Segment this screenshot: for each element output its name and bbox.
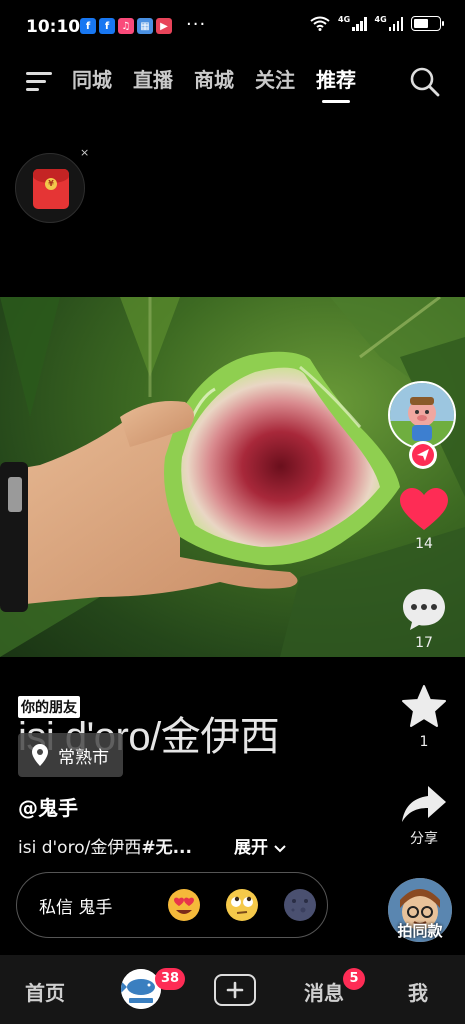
red-packet-close-button[interactable]: × (80, 146, 89, 159)
same-style-label: 拍同款 (397, 922, 443, 940)
heart-eyes-emoji-icon[interactable] (167, 888, 201, 922)
friend-tag: 你的朋友 (18, 696, 80, 718)
facebook-icon: f (99, 18, 115, 34)
author-name[interactable]: @鬼手 (18, 792, 78, 821)
plus-icon (226, 981, 244, 999)
avatar-image (390, 383, 454, 447)
top-nav: 同城 直播 商城 关注 推荐 (0, 60, 465, 104)
chevron-down-icon (274, 845, 286, 853)
comment-icon (403, 589, 445, 630)
music-icon: ♫ (118, 18, 134, 34)
network-label: 4G (374, 14, 387, 24)
share-button[interactable]: 分享 (385, 784, 463, 848)
comment-button[interactable]: 17 (385, 587, 463, 651)
tab-recommended[interactable]: 推荐 (316, 66, 356, 103)
author-avatar[interactable] (388, 381, 456, 449)
network-label: 4G (338, 14, 351, 24)
direct-message-bar[interactable]: 私信 鬼手 (16, 872, 328, 938)
heart-icon (400, 488, 448, 530)
nav-messages[interactable]: 消息 (304, 977, 344, 1006)
red-packet-icon: ¥ (33, 169, 69, 209)
status-bar: 10:10 f f ♫ ▦ ▶ ··· 4G 4G (0, 0, 465, 56)
nav-home[interactable]: 首页 (25, 977, 65, 1006)
bottom-nav: 首页 38 消息 5 我 (0, 955, 465, 1024)
share-label: 分享 (410, 831, 438, 847)
wifi-icon (310, 16, 330, 31)
caption: isi d'oro/金伊西#无... (18, 833, 192, 858)
caption-hashtag[interactable]: #无... (141, 838, 192, 858)
messages-badge: 5 (343, 968, 365, 990)
coin-icon: ¥ (45, 178, 57, 190)
tab-local[interactable]: 同城 (66, 66, 112, 94)
tab-live[interactable]: 直播 (133, 66, 173, 94)
send-icon (417, 449, 429, 461)
search-icon[interactable] (409, 66, 441, 98)
friends-badge: 38 (155, 968, 186, 990)
nav-me[interactable]: 我 (408, 977, 428, 1006)
like-count: 14 (415, 536, 433, 552)
like-button[interactable]: 14 (385, 488, 463, 552)
create-button[interactable] (214, 974, 256, 1006)
location-text: 常熟市 (58, 747, 109, 768)
menu-icon[interactable] (26, 69, 54, 93)
notification-icons: f f ♫ ▦ ▶ (80, 18, 172, 34)
battery-icon (411, 16, 444, 31)
favorite-count: 1 (419, 734, 429, 750)
share-icon (402, 786, 446, 822)
signal-icon: 4G (338, 14, 367, 31)
star-icon (402, 685, 446, 727)
follow-button[interactable] (409, 441, 437, 469)
status-time: 10:10 (26, 17, 81, 37)
favorite-button[interactable]: 1 (385, 684, 463, 750)
direct-message-label: 私信 鬼手 (39, 897, 113, 918)
more-notifications: ··· (186, 14, 207, 35)
calendar-icon: ▦ (137, 18, 153, 34)
nav-tabs: 同城 直播 商城 关注 推荐 (66, 66, 356, 103)
moon-emoji-icon[interactable] (283, 888, 317, 922)
expand-label: 展开 (234, 838, 268, 858)
expand-button[interactable]: 展开 (234, 833, 286, 858)
tab-following[interactable]: 关注 (255, 66, 295, 94)
tab-mall[interactable]: 商城 (194, 66, 234, 94)
red-packet-button[interactable]: ¥ (15, 153, 85, 223)
system-icons: 4G 4G (310, 14, 444, 31)
video-icon: ▶ (156, 18, 172, 34)
location-tag[interactable]: 常熟市 (18, 733, 123, 777)
comment-count: 17 (415, 635, 433, 651)
caption-text: isi d'oro/金伊西 (18, 838, 142, 858)
eye-roll-emoji-icon[interactable] (225, 888, 259, 922)
signal-icon: 4G (374, 14, 403, 31)
facebook-icon: f (80, 18, 96, 34)
location-pin-icon (32, 744, 48, 766)
